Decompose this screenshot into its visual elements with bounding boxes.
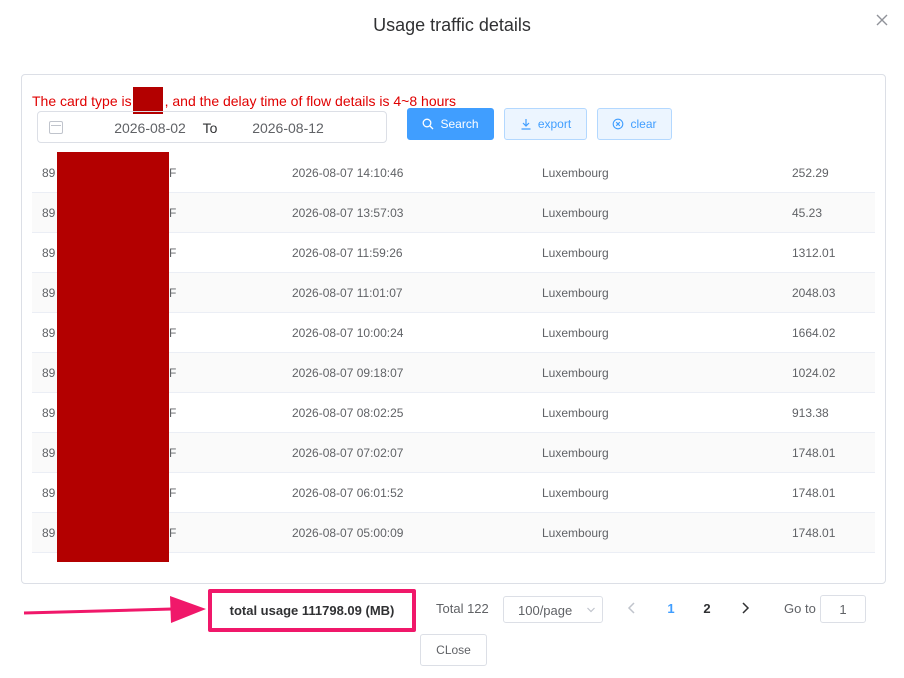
iccid-cell: 89 (42, 246, 56, 260)
country-cell: Luxembourg (542, 526, 609, 540)
iccid-cell: 89 (42, 526, 56, 540)
country-cell: Luxembourg (542, 486, 609, 500)
clear-button-label: clear (630, 117, 657, 131)
iccid-cell-suffix: F (169, 406, 177, 420)
usage-cell: 913.38 (792, 406, 829, 420)
circle-close-icon (613, 118, 624, 130)
goto-label: Go to (784, 601, 816, 616)
usage-cell: 1024.02 (792, 366, 836, 380)
usage-cell: 1664.02 (792, 326, 836, 340)
end-date-input[interactable]: 2026-08-12 (238, 120, 338, 136)
start-date-input[interactable]: 2026-08-02 (100, 120, 200, 136)
page-size-select[interactable]: 100/page (503, 596, 603, 623)
total-usage-highlight: total usage 111798.09 (MB) (208, 589, 416, 632)
time-cell: 2026-08-07 11:59:26 (292, 246, 403, 260)
iccid-cell: 89 (42, 446, 56, 460)
page-number-2[interactable]: 2 (697, 601, 717, 616)
notice-text: The card type is , and the delay time of … (32, 87, 456, 114)
usage-cell: 2048.03 (792, 286, 836, 300)
country-cell: Luxembourg (542, 286, 609, 300)
arrow-annotation-icon (23, 596, 206, 623)
time-cell: 2026-08-07 06:01:52 (292, 486, 404, 500)
dialog-title: Usage traffic details (373, 15, 531, 35)
country-cell: Luxembourg (542, 406, 609, 420)
iccid-cell-suffix: F (169, 366, 177, 380)
export-button-label: export (537, 117, 572, 131)
time-cell: 2026-08-07 08:02:25 (292, 406, 404, 420)
time-cell: 2026-08-07 07:02:07 (292, 446, 404, 460)
time-cell: 2026-08-07 11:01:07 (292, 286, 403, 300)
date-range-picker[interactable]: 2026-08-02 To 2026-08-12 (37, 111, 387, 143)
clear-button[interactable]: clear (597, 108, 672, 140)
usage-cell: 1748.01 (792, 446, 836, 460)
country-cell: Luxembourg (542, 366, 609, 380)
usage-cell: 1748.01 (792, 486, 836, 500)
close-icon[interactable] (872, 10, 892, 30)
time-cell: 2026-08-07 10:00:24 (292, 326, 404, 340)
usage-cell: 1312.01 (792, 246, 836, 260)
iccid-cell: 89 (42, 286, 56, 300)
time-cell: 2026-08-07 14:10:46 (292, 166, 404, 180)
export-button[interactable]: export (504, 108, 587, 140)
iccid-cell: 89 (42, 326, 56, 340)
goto-page-input[interactable]: 1 (820, 595, 866, 623)
time-cell: 2026-08-07 05:00:09 (292, 526, 404, 540)
iccid-cell-suffix: F (169, 446, 177, 460)
page-size-value: 100/page (518, 603, 573, 618)
iccid-redaction (57, 152, 169, 562)
country-cell: Luxembourg (542, 446, 609, 460)
usage-cell: 1748.01 (792, 526, 836, 540)
total-usage-text: total usage 111798.09 (MB) (229, 603, 395, 618)
search-button[interactable]: Search (407, 108, 494, 140)
iccid-cell: 89 (42, 406, 56, 420)
usage-cell: 252.29 (792, 166, 829, 180)
iccid-cell-suffix: F (169, 246, 177, 260)
iccid-cell-suffix: F (169, 526, 177, 540)
iccid-cell-suffix: F (169, 206, 177, 220)
country-cell: Luxembourg (542, 206, 609, 220)
close-button[interactable]: CLose (420, 634, 487, 666)
iccid-cell: 89 (42, 366, 56, 380)
search-button-label: Search (440, 117, 479, 131)
chevron-down-icon (587, 607, 595, 613)
notice-prefix: The card type is (32, 93, 132, 109)
notice-suffix: , and the delay time of flow details is … (164, 93, 457, 109)
time-cell: 2026-08-07 13:57:03 (292, 206, 404, 220)
iccid-cell-suffix: F (169, 486, 177, 500)
iccid-cell-suffix: F (169, 286, 177, 300)
country-cell: Luxembourg (542, 326, 609, 340)
iccid-cell-suffix: F (169, 326, 177, 340)
search-icon (423, 118, 434, 130)
pagination-total: Total 122 (436, 601, 489, 616)
redaction-box (132, 87, 163, 114)
usage-cell: 45.23 (792, 206, 823, 220)
iccid-cell: 89 (42, 486, 56, 500)
country-cell: Luxembourg (542, 166, 609, 180)
chevron-right-icon[interactable] (737, 600, 753, 616)
time-cell: 2026-08-07 09:18:07 (292, 366, 404, 380)
download-icon (521, 119, 531, 130)
iccid-cell: 89 (42, 166, 56, 180)
date-range-separator: To (202, 120, 218, 136)
iccid-cell-suffix: F (169, 166, 177, 180)
chevron-left-icon[interactable] (624, 600, 640, 616)
iccid-cell: 89 (42, 206, 56, 220)
country-cell: Luxembourg (542, 246, 609, 260)
calendar-icon (49, 121, 63, 134)
page-number-1[interactable]: 1 (661, 601, 681, 616)
